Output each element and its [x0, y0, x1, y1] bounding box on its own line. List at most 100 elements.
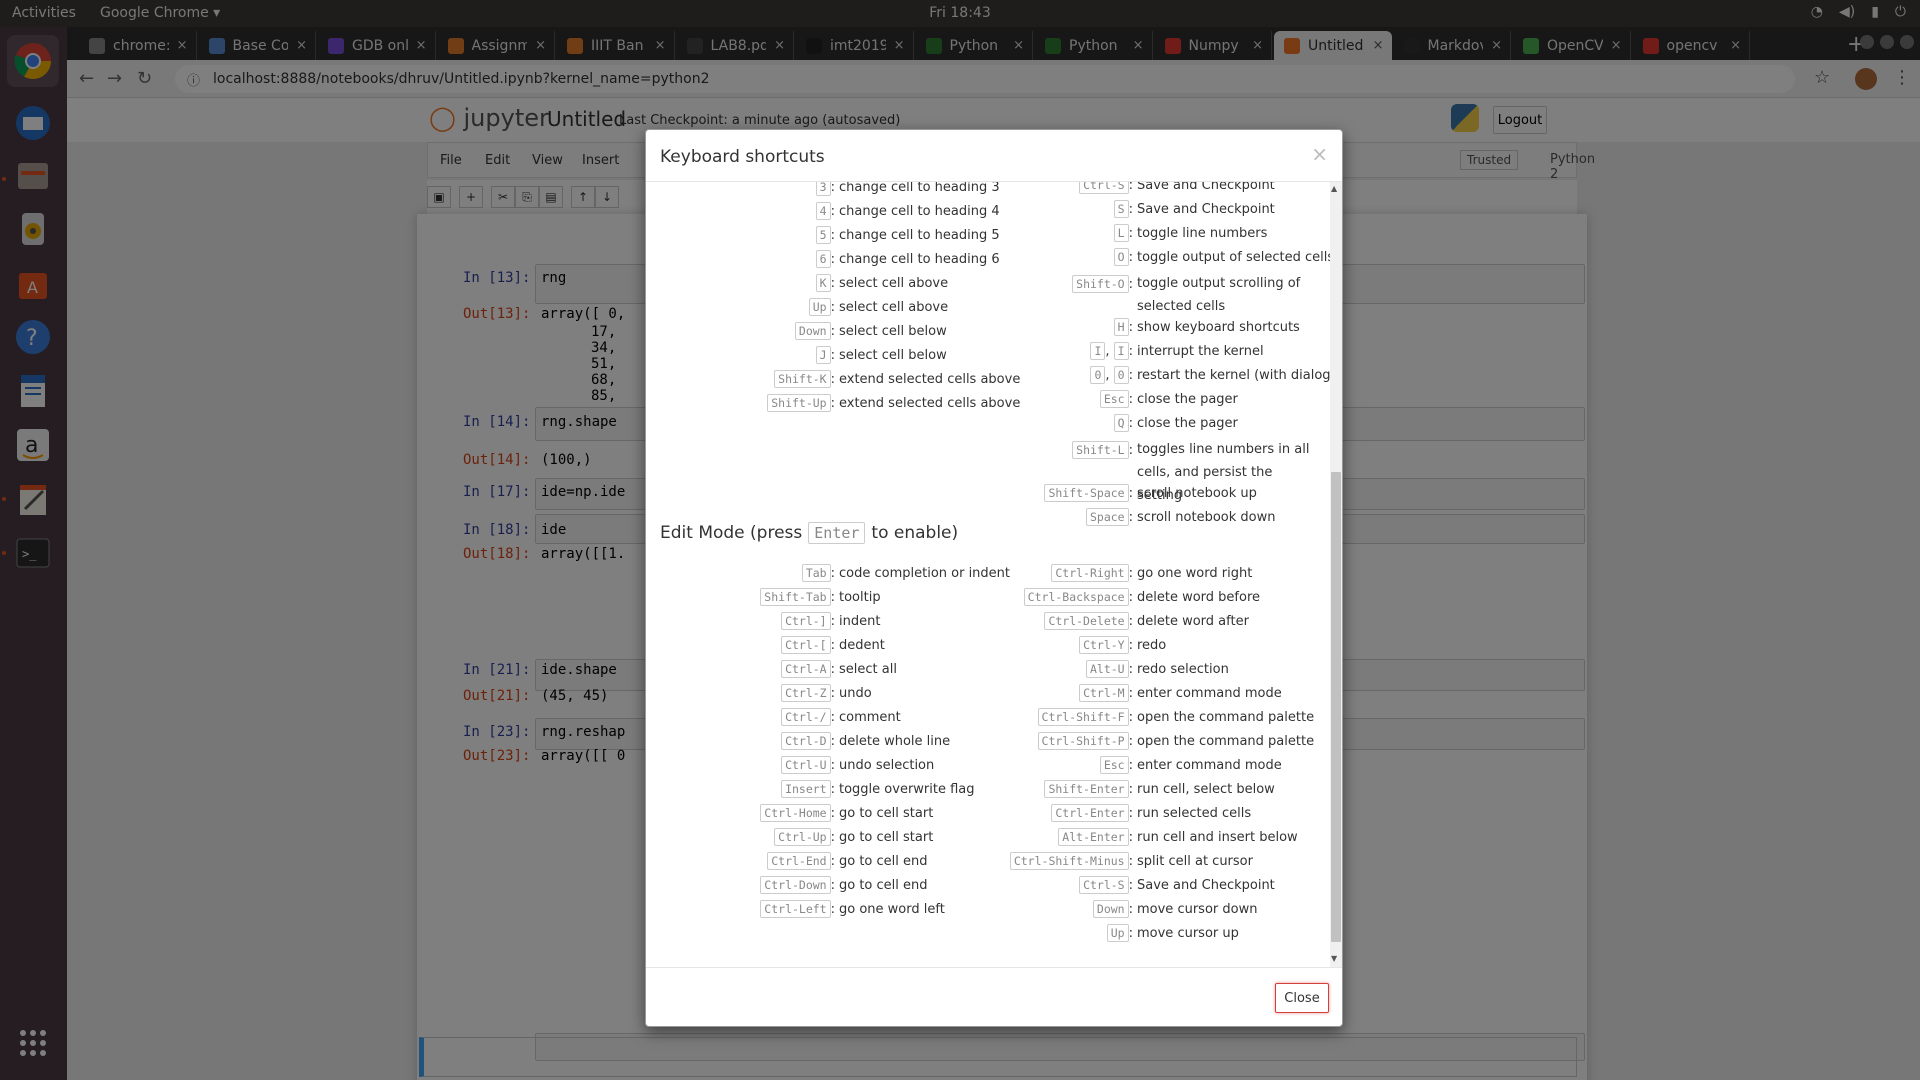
key-colon: :	[830, 901, 835, 917]
key-colon: :	[830, 251, 835, 267]
shortcut-description: Save and Checkpoint	[1137, 201, 1275, 217]
key-cap: Down	[1092, 900, 1129, 918]
key-colon: :	[830, 395, 835, 411]
shortcut-description: go one word right	[1137, 565, 1253, 581]
shortcut-keys: Alt-Enter:	[1058, 828, 1133, 846]
key-colon: :	[830, 565, 835, 581]
keyboard-shortcuts-dialog: Keyboard shortcuts × 3: change cell to he…	[645, 129, 1343, 1027]
shortcut-description: code completion or indent	[839, 565, 1011, 581]
key-colon: :	[1128, 781, 1133, 797]
shortcut-keys: Space:	[1085, 508, 1133, 526]
shortcut-row: Ctrl-Z: undo	[781, 681, 991, 705]
key-colon: :	[830, 757, 835, 773]
shortcut-row: K: select cell above	[815, 271, 991, 295]
shortcut-description: go to cell start	[839, 829, 934, 845]
key-cap: I	[1113, 342, 1129, 360]
key-cap: Shift-L	[1072, 441, 1129, 459]
shortcut-row: J: select cell below	[815, 343, 991, 367]
shortcut-row: Ctrl-Up: go to cell start	[774, 825, 991, 849]
shortcut-row: Shift-Space: scroll notebook up	[1044, 481, 1318, 505]
shortcut-row: 4: change cell to heading 4	[815, 199, 1000, 223]
shortcut-keys: Down:	[1092, 900, 1133, 918]
shortcut-description: indent	[839, 613, 881, 629]
shortcut-description: restart the kernel (with dialog)	[1137, 367, 1336, 383]
shortcut-row: Ctrl-Delete: delete word after	[1044, 609, 1318, 633]
key-cap: Ctrl-[	[781, 636, 831, 654]
key-colon: :	[1128, 853, 1133, 869]
key-colon: :	[830, 685, 835, 701]
dialog-body[interactable]: 3: change cell to heading 3 4: change cell …	[646, 182, 1342, 967]
dialog-footer: Close	[646, 967, 1342, 1026]
key-cap: Up	[1106, 924, 1129, 942]
key-colon: :	[830, 781, 835, 797]
shortcut-keys: Ctrl-U:	[781, 756, 835, 774]
shortcut-keys: Ctrl-[:	[781, 636, 835, 654]
shortcut-row: Shift-Up: extend selected cells above	[767, 391, 1021, 415]
key-colon: :	[830, 853, 835, 869]
shortcut-keys: Ctrl-S:	[1079, 182, 1133, 194]
key-cap: 5	[815, 226, 831, 244]
key-colon: :	[1128, 565, 1133, 581]
key-cap: Esc	[1099, 390, 1129, 408]
close-button[interactable]: Close	[1275, 983, 1329, 1013]
key-cap: Alt-Enter	[1058, 828, 1129, 846]
shortcut-keys: Ctrl-Left:	[760, 900, 835, 918]
shortcut-row: S: Save and Checkpoint	[1113, 197, 1318, 221]
shortcut-keys: Ctrl-Shift-F:	[1037, 708, 1133, 726]
shortcut-description: extend selected cells above	[839, 395, 1021, 411]
shortcut-description: undo	[839, 685, 872, 701]
shortcut-description: go to cell end	[839, 877, 928, 893]
key-colon: :	[830, 589, 835, 605]
shortcut-description: enter command mode	[1137, 757, 1282, 773]
key-cap: H	[1113, 318, 1129, 336]
key-colon: :	[1128, 415, 1133, 431]
shortcut-keys: O:	[1113, 248, 1133, 266]
key-colon: :	[1128, 442, 1133, 458]
shortcut-keys: Shift-Enter:	[1044, 780, 1133, 798]
shortcut-description: scroll notebook up	[1137, 485, 1257, 501]
key-cap: Shift-Tab	[760, 588, 831, 606]
key-colon: :	[1128, 925, 1133, 941]
shortcut-keys: Up:	[1106, 924, 1133, 942]
shortcut-keys: Ctrl-Z:	[781, 684, 835, 702]
key-colon: :	[1128, 901, 1133, 917]
scroll-thumb[interactable]	[1331, 472, 1341, 942]
key-cap: Ctrl-Right	[1051, 564, 1129, 582]
shortcut-description: change cell to heading 5	[839, 227, 1000, 243]
scroll-down-arrow-icon[interactable]: ▼	[1331, 954, 1337, 963]
key-cap: Space	[1085, 508, 1129, 526]
key-colon: :	[830, 371, 835, 387]
shortcut-keys: Tab:	[801, 564, 835, 582]
close-icon[interactable]: ×	[1311, 142, 1328, 166]
shortcut-row: Down: select cell below	[794, 319, 991, 343]
scroll-up-arrow-icon[interactable]: ▲	[1331, 184, 1337, 193]
key-colon: :	[1128, 757, 1133, 773]
shortcut-description: close the pager	[1137, 391, 1238, 407]
key-separator: ,	[1105, 367, 1114, 383]
key-colon: :	[830, 323, 835, 339]
key-colon: :	[1128, 276, 1133, 292]
shortcut-row: Alt-Enter: run cell and insert below	[1058, 825, 1318, 849]
dialog-scrollbar[interactable]: ▲ ▼	[1330, 182, 1342, 967]
key-colon: :	[1128, 225, 1133, 241]
shortcut-row: Up: move cursor up	[1106, 921, 1318, 945]
shortcut-row: Ctrl-S: Save and Checkpoint	[1079, 873, 1318, 897]
shortcut-keys: Ctrl-M:	[1079, 684, 1133, 702]
shortcut-row: Ctrl-Shift-Minus: split cell at cursor	[1009, 849, 1318, 873]
key-cap: J	[815, 346, 831, 364]
key-colon: :	[830, 299, 835, 315]
key-colon: :	[830, 733, 835, 749]
shortcut-keys: Ctrl-Backspace:	[1023, 588, 1133, 606]
shortcut-description: open the command palette	[1137, 709, 1315, 725]
key-cap: Alt-U	[1085, 660, 1129, 678]
key-colon: :	[830, 637, 835, 653]
key-colon: :	[1128, 485, 1133, 501]
shortcut-row: 0, 0: restart the kernel (with dialog)	[1090, 363, 1336, 387]
key-colon: :	[830, 347, 835, 363]
key-cap: Shift-Up	[767, 394, 831, 412]
shortcut-description: redo selection	[1137, 661, 1229, 677]
key-cap: Ctrl-M	[1079, 684, 1129, 702]
key-cap: Q	[1113, 414, 1129, 432]
key-cap: Ctrl-A	[781, 660, 831, 678]
shortcut-row: Shift-Enter: run cell, select below	[1044, 777, 1318, 801]
